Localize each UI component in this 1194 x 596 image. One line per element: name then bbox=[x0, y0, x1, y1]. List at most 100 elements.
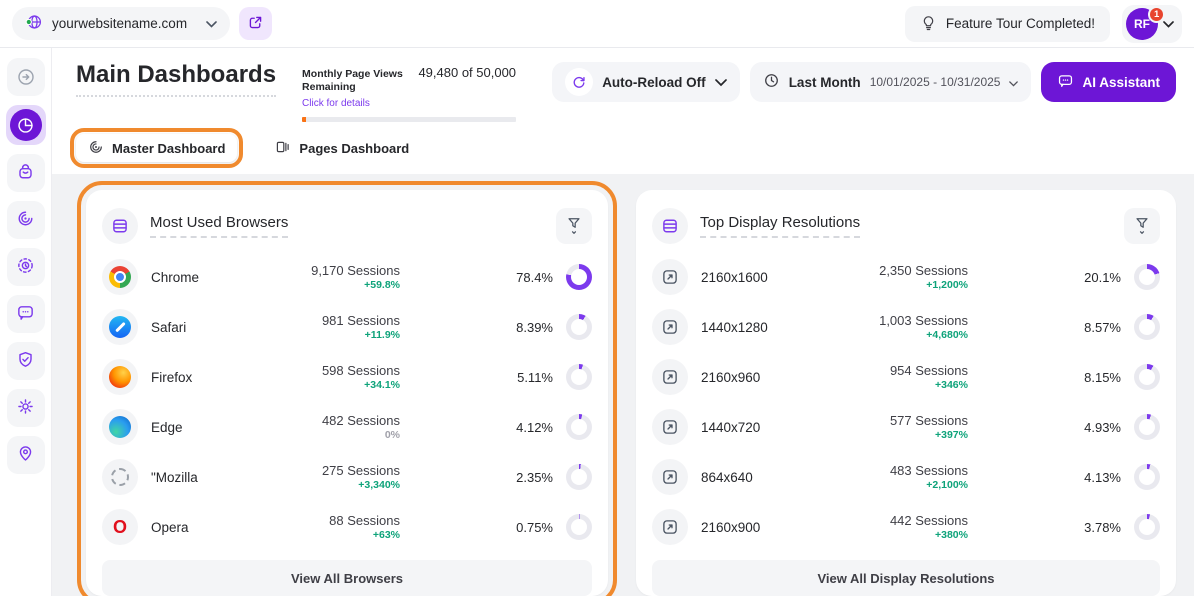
browser-name: "Mozilla bbox=[151, 470, 198, 485]
date-preset-label: Last Month bbox=[789, 75, 861, 90]
resolution-row[interactable]: 2160x1600 2,350 Sessions+1,200% 20.1% bbox=[652, 252, 1160, 302]
firefox-icon bbox=[102, 359, 138, 395]
browser-row[interactable]: Chrome 9,170 Sessions+59.8% 78.4% bbox=[102, 252, 592, 302]
browser-name: Chrome bbox=[151, 270, 199, 285]
shield-check-icon bbox=[16, 350, 35, 372]
share-percent: 78.4% bbox=[513, 270, 553, 285]
filter-button[interactable] bbox=[1124, 208, 1160, 244]
sessions-value: 577 Sessions bbox=[890, 413, 968, 428]
spiral-icon bbox=[16, 209, 35, 231]
sessions-delta: +3,340% bbox=[358, 479, 400, 491]
feature-tour-button[interactable]: Feature Tour Completed! bbox=[905, 6, 1110, 42]
resolutions-card: Top Display Resolutions 2160x1600 2,350 … bbox=[636, 190, 1176, 596]
resolution-name: 1440x720 bbox=[701, 420, 760, 435]
feature-tour-label: Feature Tour Completed! bbox=[946, 16, 1095, 31]
notification-badge: 1 bbox=[1148, 6, 1165, 23]
resolution-name: 2160x1600 bbox=[701, 270, 768, 285]
resolution-row[interactable]: 1440x1280 1,003 Sessions+4,680% 8.57% bbox=[652, 302, 1160, 352]
sidebar-item-heatmaps[interactable] bbox=[7, 201, 45, 239]
location-pin-icon bbox=[16, 444, 35, 466]
app-shell: Main Dashboards Monthly Page Views Remai… bbox=[0, 48, 1194, 596]
browser-row[interactable]: Edge 482 Sessions0% 4.12% bbox=[102, 402, 592, 452]
open-website-button[interactable] bbox=[239, 7, 272, 40]
browser-row[interactable]: Safari 981 Sessions+11.9% 8.39% bbox=[102, 302, 592, 352]
auto-reload-dropdown[interactable]: Auto-Reload Off bbox=[552, 62, 740, 102]
donut-chart bbox=[566, 364, 592, 390]
share-percent: 5.11% bbox=[513, 370, 553, 385]
view-all-browsers-button[interactable]: View All Browsers bbox=[102, 560, 592, 596]
tab-pages-dashboard[interactable]: Pages Dashboard bbox=[263, 134, 421, 162]
browser-row[interactable]: Opera 88 Sessions+63% 0.75% bbox=[102, 502, 592, 552]
sessions-value: 9,170 Sessions bbox=[311, 263, 400, 278]
filter-funnel-icon bbox=[565, 215, 583, 238]
share-percent: 0.75% bbox=[513, 520, 553, 535]
refresh-icon bbox=[565, 68, 593, 96]
donut-chart bbox=[566, 314, 592, 340]
tab-master-dashboard[interactable]: Master Dashboard bbox=[76, 134, 237, 162]
mozilla-icon bbox=[102, 459, 138, 495]
sessions-delta: +346% bbox=[935, 379, 968, 391]
sidebar-item-recordings[interactable] bbox=[7, 248, 45, 286]
browsers-card: Most Used Browsers Chrome 9,170 Sessions… bbox=[86, 190, 608, 596]
pie-chart-icon bbox=[10, 109, 42, 141]
browser-row[interactable]: "Mozilla 275 Sessions+3,340% 2.35% bbox=[102, 452, 592, 502]
sessions-value: 1,003 Sessions bbox=[879, 313, 968, 328]
resize-arrow-icon bbox=[652, 309, 688, 345]
filter-button[interactable] bbox=[556, 208, 592, 244]
sidebar-item-settings[interactable] bbox=[7, 389, 45, 427]
share-percent: 4.12% bbox=[513, 420, 553, 435]
sessions-delta: +380% bbox=[935, 529, 968, 541]
view-all-resolutions-button[interactable]: View All Display Resolutions bbox=[652, 560, 1160, 596]
sessions-delta: +2,100% bbox=[926, 479, 968, 491]
website-selector[interactable]: yourwebsitename.com bbox=[12, 7, 230, 40]
sessions-value: 275 Sessions bbox=[322, 463, 400, 478]
resolution-rows: 2160x1600 2,350 Sessions+1,200% 20.1% 14… bbox=[652, 250, 1160, 552]
chrome-icon bbox=[102, 259, 138, 295]
page-views-usage: 49,480 of 50,000 bbox=[418, 65, 516, 80]
card-header: Most Used Browsers bbox=[102, 202, 592, 250]
edge-icon bbox=[102, 409, 138, 445]
safari-icon bbox=[102, 309, 138, 345]
card-header: Top Display Resolutions bbox=[652, 202, 1160, 250]
sidebar-item-visitors[interactable] bbox=[7, 436, 45, 474]
resolution-row[interactable]: 1440x720 577 Sessions+397% 4.93% bbox=[652, 402, 1160, 452]
resolution-row[interactable]: 2160x960 954 Sessions+346% 8.15% bbox=[652, 352, 1160, 402]
browser-window-icon bbox=[102, 208, 138, 244]
ai-assistant-button[interactable]: AI Assistant bbox=[1041, 62, 1176, 102]
sidebar bbox=[0, 48, 52, 596]
sessions-delta: +397% bbox=[935, 429, 968, 441]
donut-chart bbox=[1134, 464, 1160, 490]
resolution-row[interactable]: 864x640 483 Sessions+2,100% 4.13% bbox=[652, 452, 1160, 502]
external-link-icon bbox=[247, 14, 264, 34]
user-menu[interactable]: RF 1 bbox=[1122, 5, 1182, 43]
dashboard-content: Most Used Browsers Chrome 9,170 Sessions… bbox=[52, 174, 1194, 596]
chevron-down-icon bbox=[1163, 16, 1174, 31]
sidebar-item-store[interactable] bbox=[7, 154, 45, 192]
resize-arrow-icon bbox=[652, 259, 688, 295]
shopping-bag-icon bbox=[16, 162, 35, 184]
topbar-right: Feature Tour Completed! RF 1 bbox=[905, 5, 1182, 43]
date-range-picker[interactable]: Last Month 10/01/2025 - 10/31/2025 bbox=[750, 62, 1032, 102]
resolution-row[interactable]: 2160x900 442 Sessions+380% 3.78% bbox=[652, 502, 1160, 552]
sessions-delta: +34.1% bbox=[364, 379, 400, 391]
filter-funnel-icon bbox=[1133, 215, 1151, 238]
sidebar-item-dashboards[interactable] bbox=[6, 105, 46, 145]
resolution-name: 1440x1280 bbox=[701, 320, 768, 335]
sessions-delta: +4,680% bbox=[926, 329, 968, 341]
browser-name: Firefox bbox=[151, 370, 192, 385]
sidebar-item-privacy[interactable] bbox=[7, 342, 45, 380]
browser-rows: Chrome 9,170 Sessions+59.8% 78.4% Safari… bbox=[102, 250, 592, 552]
resolution-name: 2160x900 bbox=[701, 520, 760, 535]
browser-row[interactable]: Firefox 598 Sessions+34.1% 5.11% bbox=[102, 352, 592, 402]
main-area: Main Dashboards Monthly Page Views Remai… bbox=[52, 48, 1194, 596]
dashboard-tabs: Master Dashboard Pages Dashboard bbox=[52, 126, 1194, 174]
sidebar-item-feedback[interactable] bbox=[7, 295, 45, 333]
page-views-details-link[interactable]: Click for details bbox=[302, 98, 370, 109]
collapse-arrow-icon[interactable] bbox=[7, 58, 45, 96]
browser-window-icon bbox=[652, 208, 688, 244]
gear-icon bbox=[16, 397, 35, 419]
chevron-down-icon bbox=[715, 75, 727, 90]
sessions-value: 981 Sessions bbox=[322, 313, 400, 328]
donut-chart bbox=[1134, 514, 1160, 540]
donut-chart bbox=[1134, 314, 1160, 340]
